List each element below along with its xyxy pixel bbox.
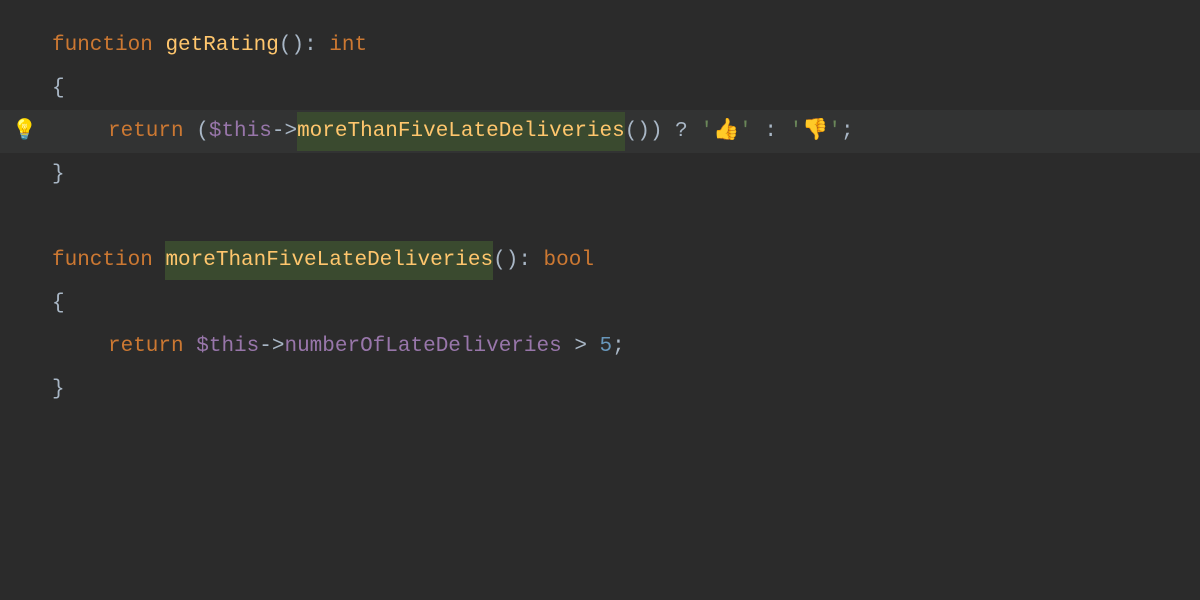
paren-close: ) bbox=[506, 241, 519, 281]
keyword-return: return bbox=[108, 112, 184, 152]
string-quote: ' bbox=[739, 112, 752, 152]
paren-open: ( bbox=[493, 241, 506, 281]
code-line[interactable]: } bbox=[52, 368, 1200, 411]
return-type: int bbox=[329, 26, 367, 66]
brace-open: { bbox=[52, 284, 65, 324]
property-name: numberOfLateDeliveries bbox=[284, 327, 561, 367]
brace-close: } bbox=[52, 155, 65, 195]
ternary-colon: : bbox=[752, 112, 790, 152]
code-line[interactable]: { bbox=[52, 67, 1200, 110]
string-quote: ' bbox=[790, 112, 803, 152]
string-quote: ' bbox=[700, 112, 713, 152]
arrow-operator: -> bbox=[272, 112, 297, 152]
code-line-active[interactable]: return ($this->moreThanFiveLateDeliverie… bbox=[52, 110, 1200, 153]
gt-operator: > bbox=[562, 327, 600, 367]
code-line[interactable]: } bbox=[52, 153, 1200, 196]
function-name: getRating bbox=[165, 26, 278, 66]
thumbs-up-icon: 👍 bbox=[713, 112, 739, 152]
paren-close: ) bbox=[637, 112, 650, 152]
arrow-operator: -> bbox=[259, 327, 284, 367]
colon: : bbox=[518, 241, 543, 281]
variable-this: $this bbox=[209, 112, 272, 152]
keyword-return: return bbox=[108, 327, 184, 367]
paren-open: ( bbox=[196, 112, 209, 152]
variable-this: $this bbox=[196, 327, 259, 367]
highlighted-identifier: moreThanFiveLateDeliveries bbox=[297, 112, 625, 152]
thumbs-down-icon: 👎 bbox=[802, 112, 828, 152]
highlighted-identifier: moreThanFiveLateDeliveries bbox=[165, 241, 493, 281]
code-line[interactable]: { bbox=[52, 282, 1200, 325]
code-line[interactable]: return $this->numberOfLateDeliveries > 5… bbox=[52, 325, 1200, 368]
brace-close: } bbox=[52, 370, 65, 410]
code-line[interactable]: function getRating(): int bbox=[52, 24, 1200, 67]
keyword-function: function bbox=[52, 241, 153, 281]
paren-open: ( bbox=[279, 26, 292, 66]
brace-open: { bbox=[52, 69, 65, 109]
code-editor[interactable]: 💡 function getRating(): int { return ($t… bbox=[0, 0, 1200, 411]
colon: : bbox=[304, 26, 329, 66]
gutter: 💡 bbox=[0, 0, 40, 600]
paren-open: ( bbox=[625, 112, 638, 152]
paren-close: ) bbox=[650, 112, 663, 152]
code-line-blank[interactable] bbox=[52, 196, 1200, 239]
semicolon: ; bbox=[841, 112, 854, 152]
string-quote: ' bbox=[828, 112, 841, 152]
lightbulb-icon[interactable]: 💡 bbox=[12, 113, 37, 151]
semicolon: ; bbox=[612, 327, 625, 367]
code-line[interactable]: function moreThanFiveLateDeliveries(): b… bbox=[52, 239, 1200, 282]
keyword-function: function bbox=[52, 26, 153, 66]
paren-close: ) bbox=[291, 26, 304, 66]
return-type: bool bbox=[544, 241, 594, 281]
ternary-question: ? bbox=[663, 112, 701, 152]
number-literal: 5 bbox=[600, 327, 613, 367]
